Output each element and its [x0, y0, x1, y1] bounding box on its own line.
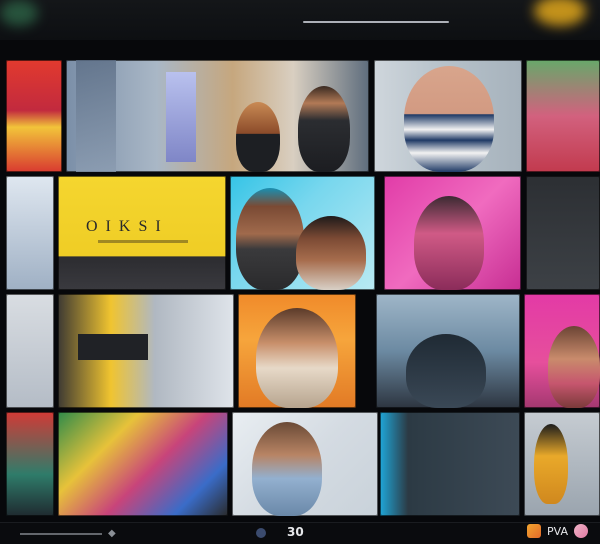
participant-gallery: O I K S I [0, 56, 600, 520]
participant-tile[interactable] [6, 412, 54, 516]
tile-caption: O I K S I [86, 218, 163, 235]
caption-underline [98, 240, 188, 243]
top-right-glow [534, 0, 586, 26]
participant-tile[interactable] [58, 294, 234, 408]
participant-tile[interactable] [376, 294, 520, 408]
participant-tile[interactable] [526, 176, 600, 290]
participant-figure [236, 188, 304, 290]
participant-figure [296, 216, 366, 290]
reaction-icon[interactable] [527, 524, 542, 538]
audio-icon[interactable]: ◆ [108, 528, 116, 539]
chat-icon[interactable] [574, 524, 588, 538]
participant-tile[interactable] [384, 176, 521, 290]
timeline-bar[interactable] [20, 533, 102, 535]
participant-tile[interactable] [380, 412, 520, 516]
participant-tile[interactable] [374, 60, 522, 172]
bottom-right-controls: PVA [527, 524, 588, 538]
participant-tile[interactable] [230, 176, 375, 290]
participant-tile[interactable] [58, 412, 228, 516]
participant-figure [236, 102, 280, 172]
participant-figure [406, 334, 486, 408]
participant-tile[interactable] [66, 60, 369, 172]
participant-figure [534, 424, 568, 504]
sign-panel [78, 334, 148, 360]
participant-tile[interactable] [526, 60, 600, 172]
bottom-toolbar: ◆ 30 PVA [0, 522, 600, 544]
participant-tile[interactable] [238, 294, 356, 408]
participant-figure [404, 66, 494, 172]
participant-tile[interactable]: O I K S I [58, 176, 226, 290]
participant-figure [298, 86, 350, 172]
participant-figure [548, 326, 600, 408]
participant-tile[interactable] [524, 412, 600, 516]
participant-tile[interactable] [6, 60, 62, 172]
participant-figure [256, 308, 338, 408]
participant-tile[interactable] [232, 412, 378, 516]
participant-count: 30 [287, 525, 304, 539]
participant-tile[interactable] [6, 294, 54, 408]
participants-icon[interactable] [256, 528, 266, 538]
participant-tile[interactable] [6, 176, 54, 290]
top-bar [0, 0, 600, 40]
top-left-glow [0, 0, 38, 26]
participant-tile[interactable] [524, 294, 600, 408]
participant-figure [414, 196, 484, 290]
right-label: PVA [547, 524, 568, 538]
participant-figure [252, 422, 322, 516]
top-progress-line [303, 21, 449, 23]
